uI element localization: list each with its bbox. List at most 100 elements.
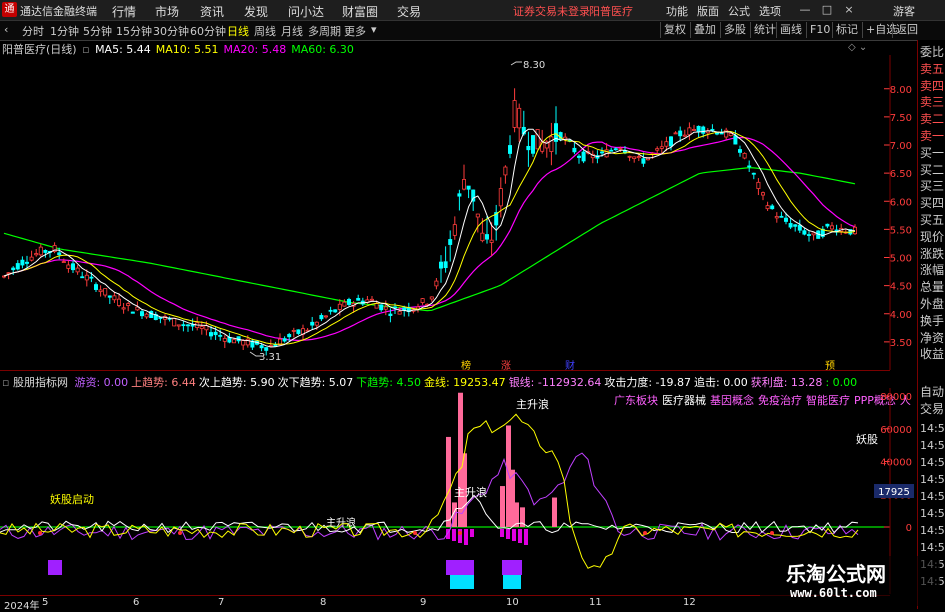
minimize-button[interactable]: — — [796, 2, 814, 17]
btn-duogu[interactable]: 多股 — [720, 22, 749, 38]
sidebar-item-10[interactable]: 买五 — [920, 212, 944, 229]
candle-body — [291, 330, 296, 332]
tab-fenshi[interactable]: 分时 — [22, 23, 44, 39]
candle-body — [11, 267, 16, 271]
candle-body — [66, 264, 71, 269]
sidebar-item-12[interactable]: 涨跌 — [920, 246, 944, 263]
sidebar-item-13[interactable]: 涨幅 — [920, 262, 944, 279]
magenta-bar — [506, 529, 510, 539]
sidebar-item-11[interactable]: 现价 — [920, 229, 944, 246]
menu-xuanxiang[interactable]: 选项 — [759, 3, 781, 19]
sidebar-item-7[interactable]: 买二 — [920, 162, 944, 179]
candle-body — [811, 232, 816, 236]
menu-bar: 通 通达信金融终端 行情 市场 资讯 发现 问小达 财富圈 交易 证券交易未登录… — [0, 0, 945, 21]
date-axis: 2024年 5 6 7 8 9 10 11 12 — [0, 595, 890, 612]
event-marker: 涨 — [501, 360, 511, 370]
sidebar-lower-0[interactable]: 自动 — [920, 384, 944, 401]
candle-body — [29, 256, 34, 261]
tab-60min[interactable]: 60分钟 — [190, 23, 226, 39]
sidebar-time-7: 14:56 — [920, 541, 945, 554]
sidebar-item-8[interactable]: 买三 — [920, 178, 944, 195]
menu-zixun[interactable]: 资讯 — [200, 3, 224, 20]
candle-body — [448, 239, 453, 245]
menu-wenxiaoda[interactable]: 问小达 — [288, 3, 324, 20]
price-tick-label: 3.50 — [890, 338, 912, 349]
menu-gongneng[interactable]: 功能 — [666, 3, 688, 19]
signal-block-purple — [48, 560, 62, 575]
candle-body — [600, 151, 605, 154]
btn-fanhui[interactable]: 返回 — [892, 22, 921, 38]
tab-30min[interactable]: 30分钟 — [153, 23, 189, 39]
tab-gengduo[interactable]: 更多 — [344, 23, 366, 39]
btn-huaxian[interactable]: 画线 — [776, 22, 805, 38]
btn-fuquan[interactable]: 复权 — [660, 22, 689, 38]
sidebar-item-2[interactable]: 卖四 — [920, 78, 944, 95]
candle-body — [383, 306, 388, 310]
menu-caifuquan[interactable]: 财富圈 — [342, 3, 378, 20]
back-arrow-icon[interactable]: ‹ — [4, 23, 8, 36]
menu-shichang[interactable]: 市场 — [155, 3, 179, 20]
sidebar-item-15[interactable]: 外盘 — [920, 296, 944, 313]
pane-divider[interactable] — [0, 370, 890, 371]
dropdown-icon[interactable]: ▾ — [371, 23, 377, 36]
menu-jiaoyi[interactable]: 交易 — [397, 3, 421, 20]
tab-15min[interactable]: 15分钟 — [116, 23, 152, 39]
sidebar-item-18[interactable]: 收益 — [920, 346, 944, 363]
tab-5min[interactable]: 5分钟 — [83, 23, 112, 39]
btn-diejia[interactable]: 叠加 — [690, 22, 719, 38]
maximize-button[interactable]: □ — [818, 2, 836, 17]
btn-biaoji[interactable]: 标记 — [832, 22, 861, 38]
btn-f10[interactable]: F10 — [806, 22, 833, 38]
candle-body — [38, 246, 43, 256]
candle-body — [678, 130, 683, 137]
candle-body — [139, 311, 144, 317]
candle-body — [466, 185, 471, 190]
menu-banmian[interactable]: 版面 — [697, 3, 719, 19]
sidebar-item-6[interactable]: 买一 — [920, 145, 944, 162]
candle-body — [231, 339, 236, 344]
trade-login-warning[interactable]: 证券交易未登录 — [513, 3, 590, 19]
candle-body — [176, 324, 181, 327]
app-title: 通达信金融终端 — [20, 5, 97, 18]
sidebar-item-16[interactable]: 换手 — [920, 313, 944, 330]
sidebar-item-5[interactable]: 卖一 — [920, 128, 944, 145]
tab-zhouxian[interactable]: 周线 — [254, 23, 276, 39]
price-tick-label: 8.00 — [890, 85, 912, 96]
menu-gongshi[interactable]: 公式 — [728, 3, 750, 19]
yellow-line — [0, 413, 859, 569]
tab-duozhouqi[interactable]: 多周期 — [308, 23, 341, 39]
sidebar-item-14[interactable]: 总量 — [920, 279, 944, 296]
signal-block-cyan — [450, 575, 474, 589]
menu-faxian[interactable]: 发现 — [244, 3, 268, 20]
chart-options-icon[interactable]: ◇ ⌄ — [848, 42, 867, 53]
candle-body — [581, 151, 586, 162]
price-tick-label: 5.50 — [890, 225, 912, 236]
candlestick-chart[interactable]: 8.00 7.50 7.00 6.50 6.00 5.50 5.00 4.50 4.00 3.50… — [0, 55, 917, 370]
sidebar-item-4[interactable]: 卖二 — [920, 111, 944, 128]
close-button[interactable]: × — [840, 2, 858, 17]
sidebar-item-1[interactable]: 卖五 — [920, 61, 944, 78]
ind-tick-label: 0 — [906, 523, 912, 534]
x-label-aug: 8 — [320, 597, 327, 608]
tab-rixian[interactable]: 日线 — [227, 23, 249, 39]
pink-volume-bar — [446, 436, 451, 527]
btn-tongji[interactable]: 统计 — [750, 22, 779, 38]
x-label-jul: 7 — [218, 597, 225, 608]
sidebar-item-0[interactable]: 委比 — [920, 44, 944, 61]
pink-volume-bar — [552, 497, 557, 527]
tab-yuexian[interactable]: 月线 — [281, 23, 303, 39]
sidebar-item-9[interactable]: 买四 — [920, 195, 944, 212]
candle-body — [765, 205, 770, 210]
sidebar-time-2: 14:56 — [920, 456, 945, 469]
sidebar-lower-1[interactable]: 交易 — [920, 401, 944, 418]
candle-body — [369, 298, 374, 301]
tab-1min[interactable]: 1分钟 — [50, 23, 79, 39]
sidebar-item-17[interactable]: 净资 — [920, 330, 944, 347]
candle-body — [185, 324, 190, 327]
candle-body — [144, 313, 149, 318]
menu-hangqing[interactable]: 行情 — [112, 3, 136, 20]
candle-body — [379, 304, 384, 311]
candle-body — [549, 136, 554, 152]
guest-user[interactable]: 游客 — [893, 3, 915, 19]
sidebar-item-3[interactable]: 卖三 — [920, 94, 944, 111]
